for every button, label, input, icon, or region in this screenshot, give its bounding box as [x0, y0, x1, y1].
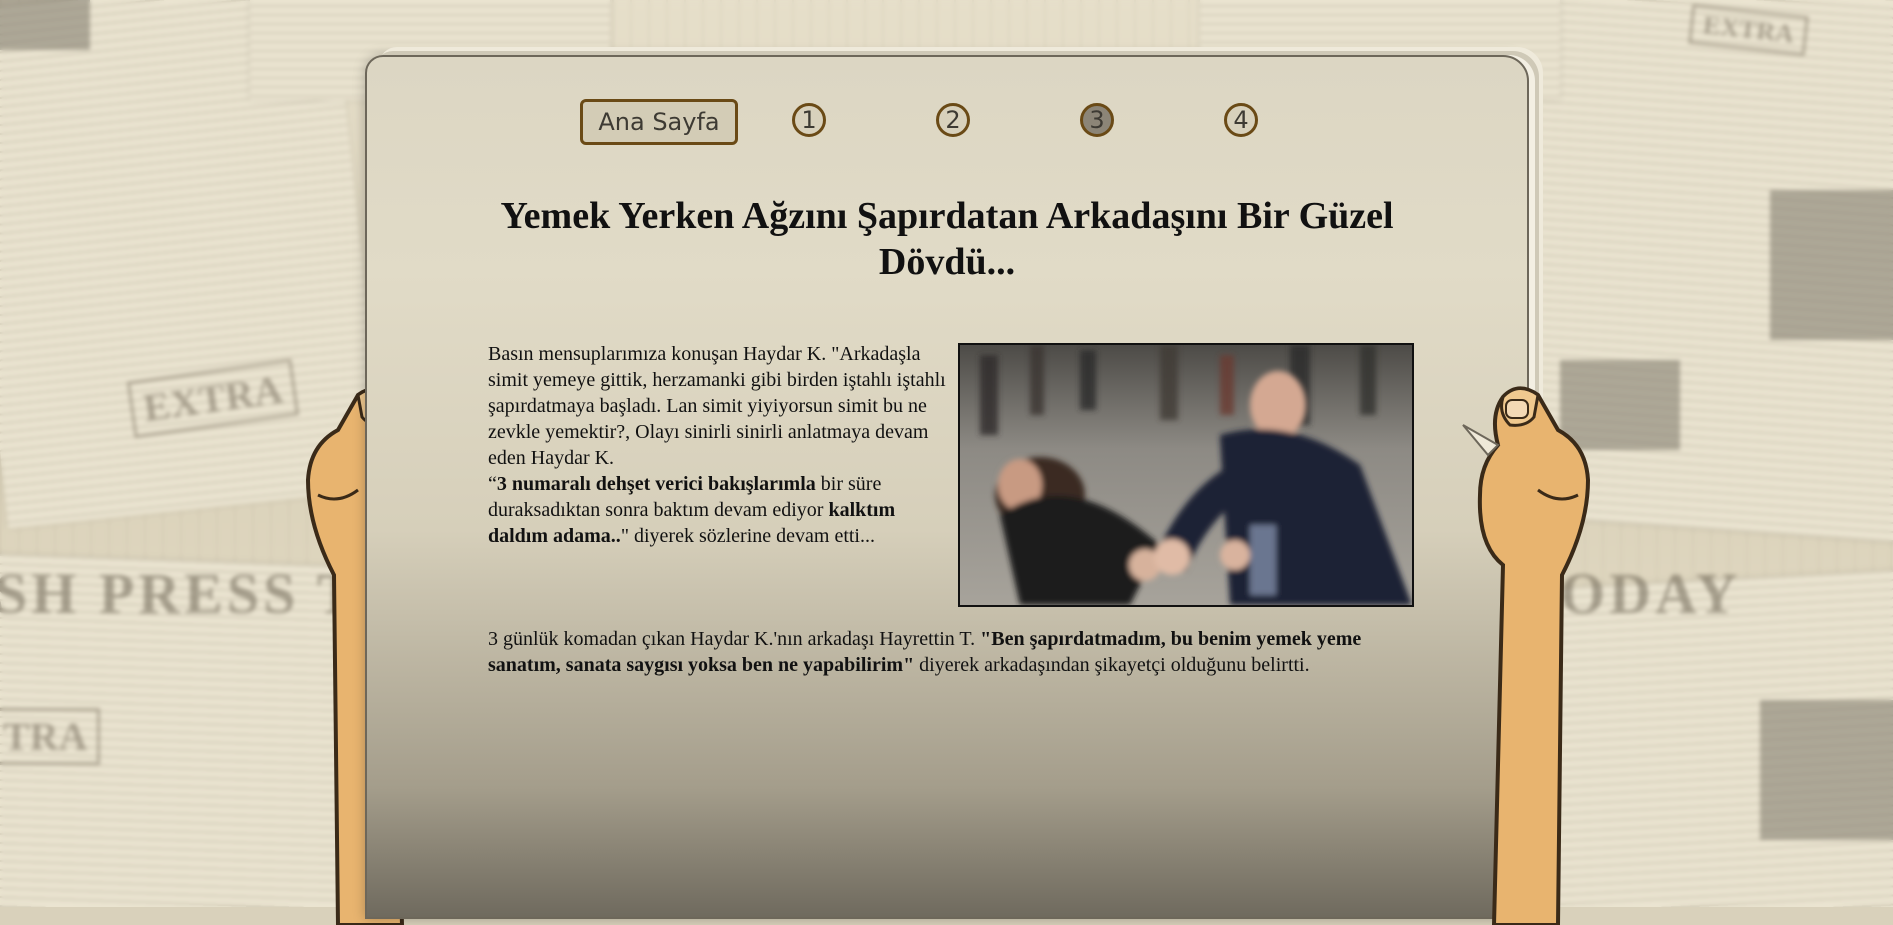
- article-paragraph-1: Basın mensuplarımıza konuşan Haydar K. "…: [488, 343, 946, 469]
- article-headline: Yemek Yerken Ağzını Şapırdatan Arkadaşın…: [500, 195, 1394, 283]
- page-3-button[interactable]: 3: [1080, 103, 1114, 137]
- article-paragraph-3: 3 günlük komadan çıkan Haydar K.'nın ark…: [488, 628, 1362, 676]
- home-button[interactable]: Ana Sayfa: [580, 99, 738, 145]
- article-photo: [958, 343, 1414, 607]
- page-1-button[interactable]: 1: [792, 103, 826, 137]
- page-4-button[interactable]: 4: [1224, 103, 1258, 137]
- article-body-left: Basın mensuplarımıza konuşan Haydar K. "…: [488, 341, 952, 549]
- right-hand-illustration: [1462, 386, 1591, 925]
- page-2-button[interactable]: 2: [936, 103, 970, 137]
- article-paragraph-2: “3 numaralı dehşet verici bakışlarımla b…: [488, 473, 896, 547]
- fight-photo-icon: [960, 345, 1412, 605]
- newspaper-page: Ana Sayfa 1 2 3 4 Yemek Yerken Ağzını Şa…: [365, 55, 1529, 919]
